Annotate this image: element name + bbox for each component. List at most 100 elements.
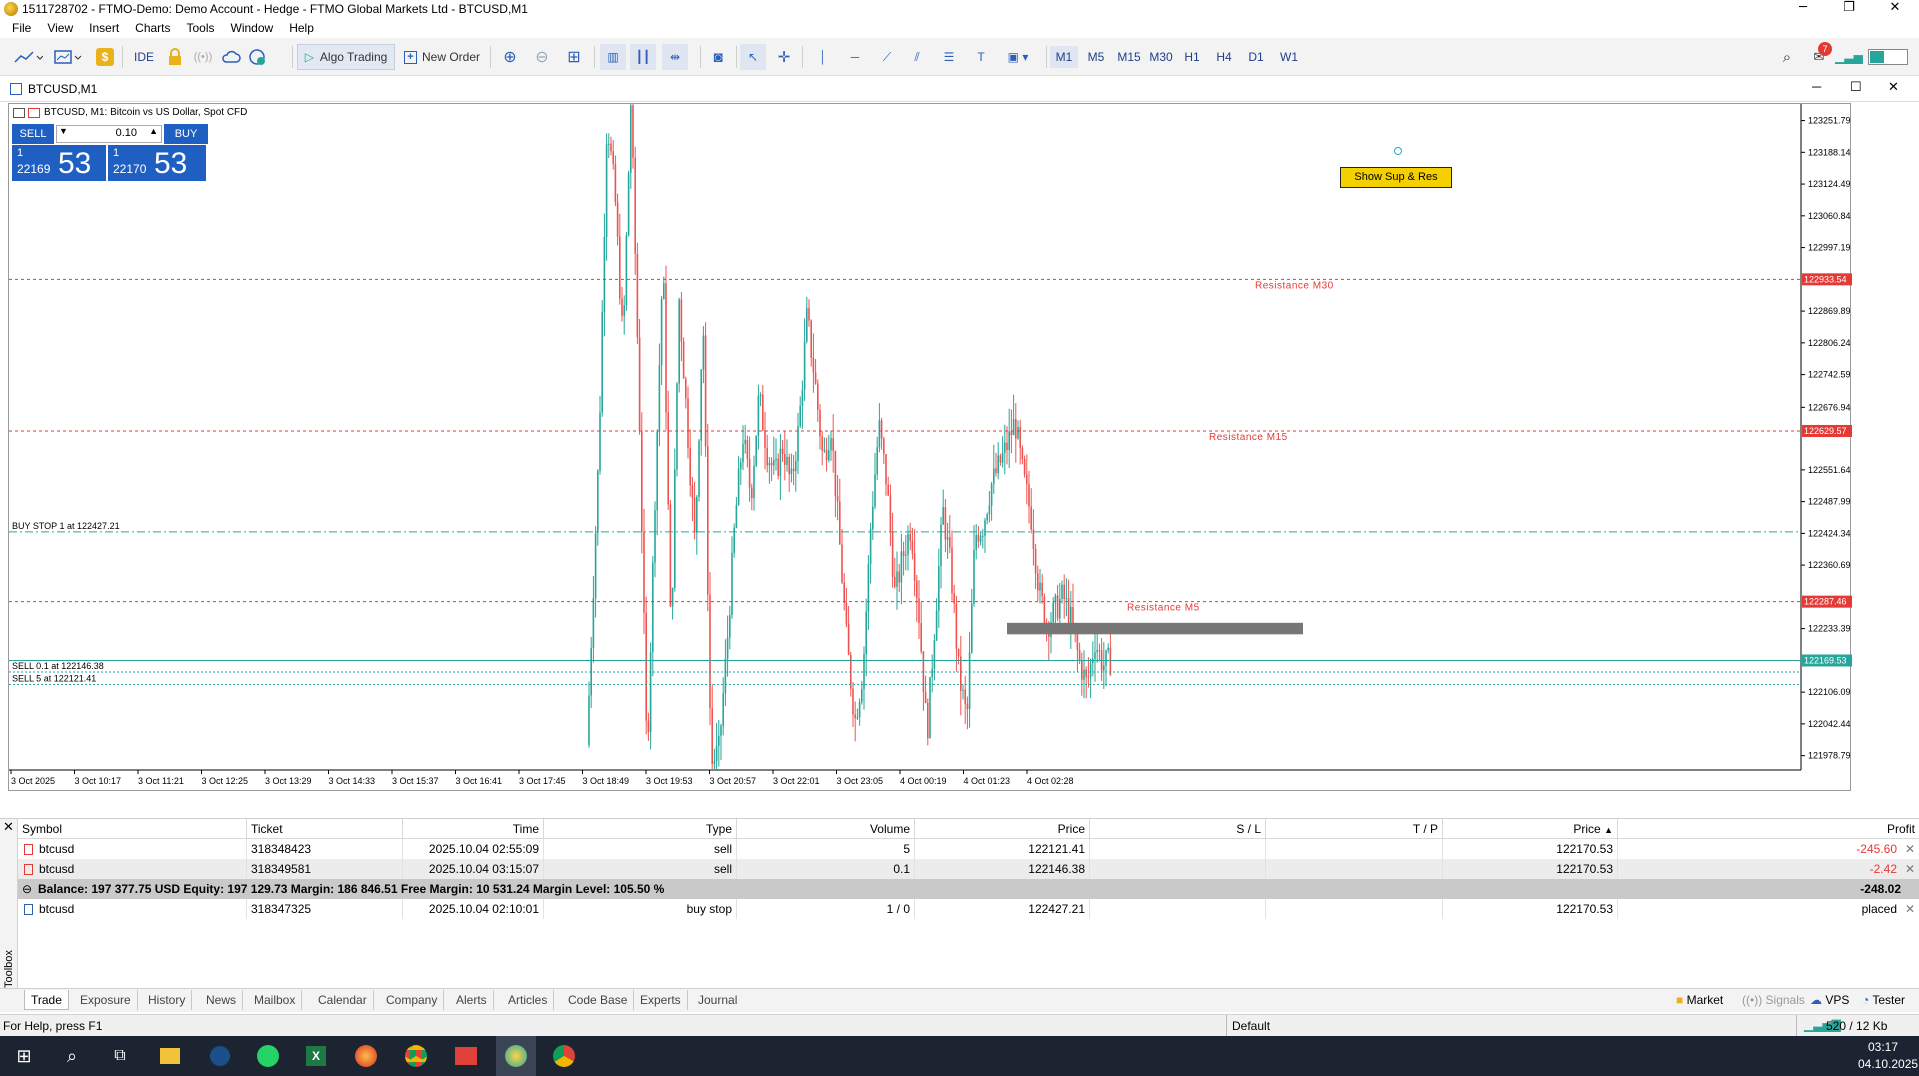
header-price[interactable]: Price: [915, 819, 1090, 839]
timeframe-h4[interactable]: H4: [1212, 46, 1236, 68]
timeframe-m15[interactable]: M15: [1114, 46, 1144, 68]
minimize-button[interactable]: ─: [1780, 0, 1826, 18]
zoom-in-button[interactable]: ⊕: [498, 44, 522, 70]
restore-button[interactable]: ❐: [1826, 0, 1872, 18]
screenshot-button[interactable]: ◙: [706, 44, 730, 70]
tab-signals[interactable]: ((•)) Signals: [1736, 990, 1811, 1010]
order-sl[interactable]: [1090, 899, 1266, 919]
search-button[interactable]: ⌕: [1776, 44, 1798, 70]
timeframe-d1[interactable]: D1: [1244, 46, 1268, 68]
row-tp[interactable]: [1266, 859, 1443, 879]
menu-file[interactable]: File: [6, 21, 41, 35]
close-window-button[interactable]: ✕: [1872, 0, 1918, 18]
vps-button[interactable]: [220, 44, 242, 70]
sell-button[interactable]: SELL: [12, 124, 54, 144]
ide-button[interactable]: IDE: [130, 44, 158, 70]
close-position-icon[interactable]: ✕: [1901, 839, 1919, 859]
tile-windows-button[interactable]: ⊞: [562, 44, 586, 70]
community-button[interactable]: [246, 44, 268, 70]
tab-history[interactable]: History: [142, 990, 193, 1010]
signal-strength-button[interactable]: ▁▃▅: [1835, 44, 1863, 70]
chart-minimize-button[interactable]: ─: [1812, 79, 1821, 94]
expert-icon[interactable]: [28, 107, 40, 118]
firefox-button[interactable]: [352, 1042, 380, 1070]
menu-window[interactable]: Window: [225, 21, 284, 35]
chart-area[interactable]: 123251.79 123188.14 123124.49 123060.84 1229…: [8, 103, 1852, 792]
tab-code-base[interactable]: Code Base: [562, 990, 635, 1010]
whatsapp-button[interactable]: [254, 1042, 282, 1070]
tab-mailbox[interactable]: Mailbox: [248, 990, 303, 1010]
status-profile[interactable]: Default: [1232, 1019, 1270, 1033]
chart-menu-icon[interactable]: [13, 107, 25, 118]
search-taskbar-button[interactable]: ⌕: [58, 1042, 86, 1070]
volume-up-icon[interactable]: ▲: [149, 126, 158, 136]
chart-type-button[interactable]: [10, 44, 46, 70]
menu-view[interactable]: View: [41, 21, 83, 35]
row-sl[interactable]: [1090, 839, 1266, 859]
sell-price-box[interactable]: 1 22169 53: [12, 145, 106, 181]
cancel-order-icon[interactable]: ✕: [1901, 899, 1919, 919]
menu-charts[interactable]: Charts: [129, 21, 180, 35]
tab-journal[interactable]: Journal: [692, 990, 743, 1010]
task-view-button[interactable]: ⧉: [106, 1042, 134, 1070]
fibo-button[interactable]: ☰: [938, 44, 960, 70]
header-symbol[interactable]: Symbol: [18, 819, 247, 839]
new-order-button[interactable]: + New Order: [401, 44, 483, 70]
chart-close-button[interactable]: ✕: [1888, 79, 1899, 95]
tab-market[interactable]: ■ Market: [1670, 990, 1729, 1010]
anchor-point-icon[interactable]: [1394, 147, 1402, 155]
collapse-icon[interactable]: ⊖: [22, 879, 32, 899]
buy-price-box[interactable]: 1 22170 53: [108, 145, 206, 181]
tab-vps[interactable]: ☁ VPS: [1804, 990, 1855, 1010]
horizontal-line-button[interactable]: ─: [844, 44, 866, 70]
header-time[interactable]: Time: [403, 819, 544, 839]
candles-button[interactable]: ┃┃: [630, 44, 656, 70]
line-button[interactable]: ⇹: [662, 44, 688, 70]
toggle-button[interactable]: [1866, 44, 1910, 70]
steam-button[interactable]: [206, 1042, 234, 1070]
trendline-button[interactable]: ⟋: [876, 44, 898, 70]
order-tp[interactable]: [1266, 899, 1443, 919]
timeframe-m5[interactable]: M5: [1082, 46, 1110, 68]
excel-button[interactable]: X: [302, 1042, 330, 1070]
header-tp[interactable]: T / P: [1266, 819, 1443, 839]
explorer-button[interactable]: [156, 1042, 184, 1070]
tab-alerts[interactable]: Alerts: [450, 990, 494, 1010]
tab-news[interactable]: News: [200, 990, 244, 1010]
table-row[interactable]: btcusd 318349581 2025.10.04 03:15:07 sel…: [18, 859, 1919, 879]
header-profit[interactable]: Profit: [1618, 819, 1919, 839]
vertical-line-button[interactable]: │: [812, 44, 834, 70]
chart-restore-button[interactable]: ☐: [1850, 79, 1862, 95]
clock-time[interactable]: 03:17: [1868, 1040, 1898, 1054]
chrome-button[interactable]: [402, 1042, 430, 1070]
timeframe-w1[interactable]: W1: [1276, 46, 1302, 68]
shapes-button[interactable]: ▣ ▾: [1000, 44, 1036, 70]
row-tp[interactable]: [1266, 839, 1443, 859]
clock-date[interactable]: 04.10.2025: [1858, 1057, 1918, 1071]
market-watch-button[interactable]: $: [94, 44, 116, 70]
tab-exposure[interactable]: Exposure: [74, 990, 138, 1010]
templates-button[interactable]: [50, 44, 86, 70]
timeframe-m30[interactable]: M30: [1146, 46, 1176, 68]
start-button[interactable]: ⊞: [10, 1042, 38, 1070]
menu-help[interactable]: Help: [283, 21, 324, 35]
channel-button[interactable]: ⫽: [906, 44, 928, 70]
zoom-out-button[interactable]: ⊖: [530, 44, 554, 70]
table-row[interactable]: btcusd 318348423 2025.10.04 02:55:09 sel…: [18, 839, 1919, 859]
tab-company[interactable]: Company: [380, 990, 445, 1010]
metatrader-taskbar-button[interactable]: [496, 1036, 536, 1076]
lock-button[interactable]: [164, 44, 186, 70]
cursor-button[interactable]: ↖: [740, 44, 766, 70]
tab-articles[interactable]: Articles: [502, 990, 555, 1010]
price-chart[interactable]: 123251.79 123188.14 123124.49 123060.84 1229…: [9, 104, 1852, 792]
close-position-icon[interactable]: ✕: [1901, 859, 1919, 879]
algo-trading-button[interactable]: ▷ Algo Trading: [297, 44, 395, 70]
menu-tools[interactable]: Tools: [181, 21, 225, 35]
crosshair-button[interactable]: ✛: [772, 44, 796, 70]
show-sup-res-button[interactable]: Show Sup & Res: [1340, 167, 1452, 188]
header-sl[interactable]: S / L: [1090, 819, 1266, 839]
menu-insert[interactable]: Insert: [83, 21, 129, 35]
volume-down-icon[interactable]: ▼: [59, 126, 68, 136]
row-sl[interactable]: [1090, 859, 1266, 879]
tab-experts[interactable]: Experts: [634, 990, 688, 1010]
